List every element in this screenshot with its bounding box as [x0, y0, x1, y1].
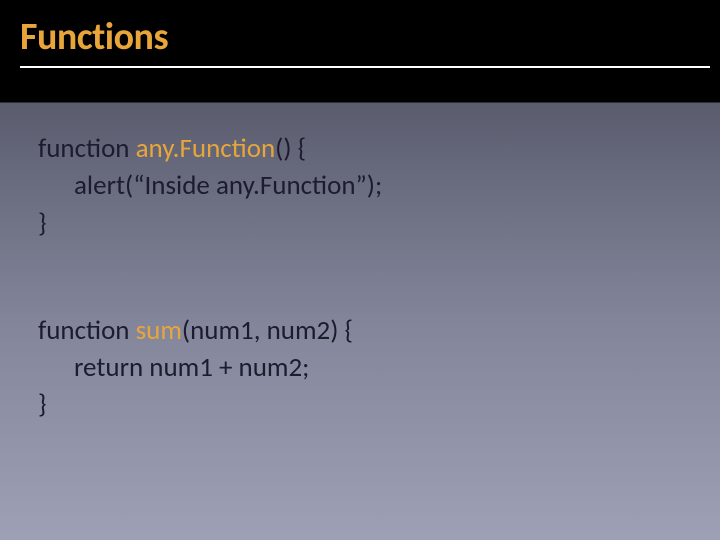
slide-header: Functions	[0, 0, 720, 102]
code-block-1: function any.Function() { alert(“Inside …	[38, 130, 682, 242]
paren-open: (	[182, 314, 190, 347]
slide-title: Functions	[20, 14, 700, 60]
function-name-sum: sum	[130, 314, 182, 347]
slide-content: function any.Function() { alert(“Inside …	[0, 102, 720, 452]
func1-body: alert(“Inside any.Function”);	[38, 167, 682, 204]
brace-open: {	[292, 132, 307, 165]
func2-signature: function sum(num1, num2) {	[38, 312, 682, 349]
func2-body: return num1 + num2;	[38, 349, 682, 386]
title-underline	[20, 66, 710, 68]
func1-signature: function any.Function() {	[38, 130, 682, 167]
keyword-function: function	[38, 132, 130, 165]
comma: ,	[254, 314, 267, 347]
param-num2: num2	[267, 314, 331, 347]
brace-open: {	[338, 314, 353, 347]
keyword-function: function	[38, 314, 130, 347]
brace-close: }	[38, 205, 682, 242]
param-num1: num1	[190, 314, 254, 347]
parens: ()	[275, 132, 291, 165]
code-block-2: function sum(num1, num2) { return num1 +…	[38, 312, 682, 424]
function-name-anyfunction: any.Function	[130, 132, 276, 165]
brace-close: }	[38, 386, 682, 423]
